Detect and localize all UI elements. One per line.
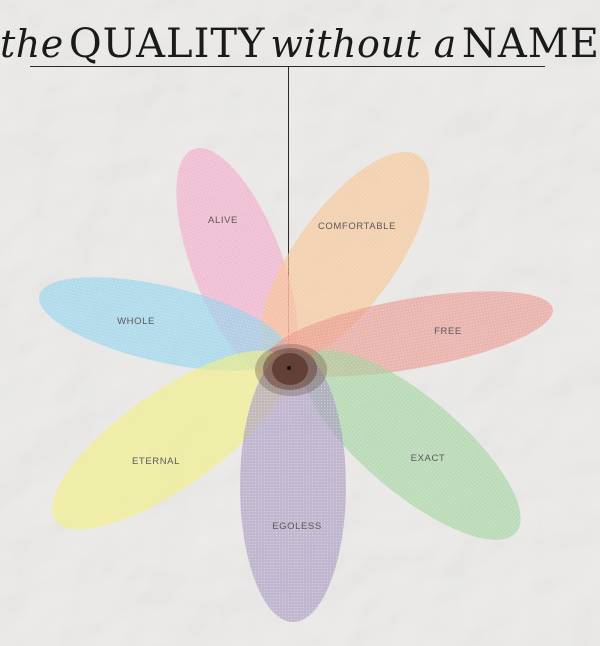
label-exact: EXACT (411, 453, 446, 464)
center-dot (287, 366, 291, 370)
label-alive: ALIVE (208, 215, 238, 226)
petal-flower-diagram: ALIVE COMFORTABLE WHOLE FREE ETERNAL EXA… (38, 147, 553, 622)
label-comfortable: COMFORTABLE (318, 221, 396, 232)
label-eternal: ETERNAL (132, 456, 180, 467)
label-egoless: EGOLESS (272, 521, 322, 532)
infographic-page: the QUALITY without a NAME ALIVE COMFORT… (0, 0, 600, 646)
flower-center (255, 344, 327, 396)
label-whole: WHOLE (117, 316, 155, 327)
label-free: FREE (434, 326, 462, 337)
